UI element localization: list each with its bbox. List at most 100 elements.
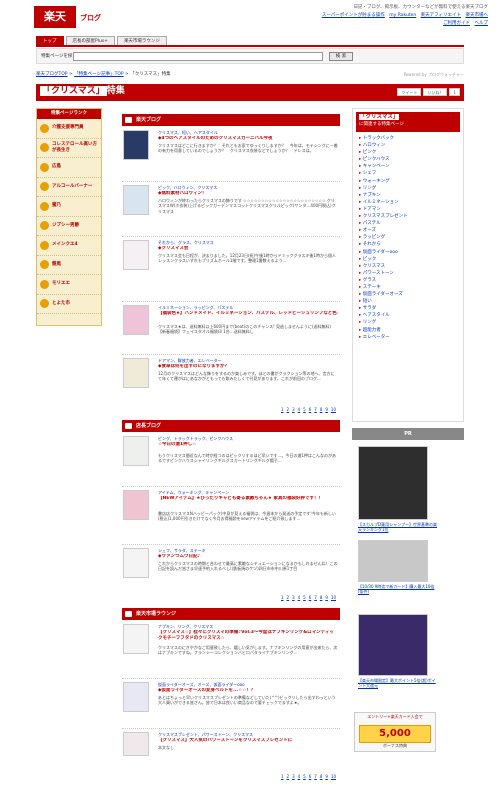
entry-title[interactable]: ◆4つのヘアスタイルのためのクリスマスカーニバル今夜: [158, 136, 338, 142]
page-link[interactable]: 2: [287, 774, 290, 779]
entry-thumbnail[interactable]: [123, 240, 149, 270]
top-link-points[interactable]: スーパーポイントが貯まる操作: [322, 13, 385, 18]
entry-tags[interactable]: ピング、トラックトラック、ピンクハウス: [158, 436, 233, 441]
related-item[interactable]: リング: [359, 185, 463, 192]
rakuten-logo[interactable]: 楽天: [34, 6, 76, 28]
entry-thumbnail[interactable]: [123, 305, 149, 335]
related-item[interactable]: サラダ: [359, 305, 463, 312]
page-link[interactable]: 4: [298, 774, 301, 779]
entry-thumbnail[interactable]: [123, 130, 149, 160]
related-item[interactable]: 仮面ライダーオーズ: [359, 291, 463, 298]
page-link[interactable]: 5: [303, 407, 306, 412]
sidebar-item[interactable]: アルコールバーナー: [37, 178, 101, 197]
page-link[interactable]: 10: [331, 595, 336, 600]
related-item[interactable]: ステーキ: [359, 284, 463, 291]
guide-link[interactable]: ご利用ガイド: [443, 21, 470, 26]
related-item[interactable]: ナプキン: [359, 192, 463, 199]
page-link[interactable]: 9: [325, 595, 328, 600]
related-item[interactable]: 超能力者: [359, 327, 463, 334]
entry-title[interactable]: 【NEWアイテム】★ぴったりキャビも寄る素敵ちゃん★ 家具の福袋好評です！！: [158, 496, 338, 502]
top-link-ichiba[interactable]: 楽天市場へ: [466, 13, 489, 18]
page-link[interactable]: 4: [298, 595, 301, 600]
entry-tags[interactable]: ドアマン、解放力者、エレベーター: [158, 358, 222, 363]
entry-tags[interactable]: それから、グラス、クリスマス: [158, 240, 214, 245]
sidebar-item[interactable]: モリエエ: [37, 275, 101, 295]
entry-tags[interactable]: ピック、ハロウィン、クリスマス: [158, 185, 217, 190]
entry-thumbnail[interactable]: [123, 624, 149, 654]
entry-title[interactable]: ☆今日の激1押し☆: [158, 442, 338, 448]
entry-thumbnail[interactable]: [123, 732, 149, 756]
ad-image-card[interactable]: [358, 540, 428, 582]
related-item[interactable]: グラス: [359, 277, 463, 284]
tweet-button[interactable]: ツイート: [397, 88, 422, 96]
page-link[interactable]: 6: [309, 595, 312, 600]
entry-title[interactable]: 【クリスマス☆】桂々にクリスマの準備♪Vol.3～今度はナプキンリング&ロマンテ…: [158, 630, 338, 641]
page-link[interactable]: 8: [320, 774, 323, 779]
sidebar-item[interactable]: ジプシー男爵: [37, 217, 101, 236]
search-input[interactable]: [73, 52, 323, 61]
breadcrumb-link-blogtop[interactable]: 楽天ブログTOP: [36, 72, 68, 77]
sidebar-item[interactable]: 介護支援専門員: [37, 119, 101, 139]
related-item[interactable]: ピック: [359, 256, 463, 263]
entry-title[interactable]: ◆ヴァンつムウ日記♪: [158, 554, 338, 560]
related-item[interactable]: ウォーキング: [359, 178, 463, 185]
entry-title[interactable]: ◆仮面ライダーオーズの変身ベルトを...☆☆！？: [158, 688, 338, 694]
entry-thumbnail[interactable]: [123, 358, 149, 388]
help-link[interactable]: ヘルプ: [475, 21, 489, 26]
page-link[interactable]: 4: [298, 407, 301, 412]
ad-caption[interactable]: 【楽天市場限定】最大ポイント5倍(超)ポイント大還元: [358, 678, 438, 688]
page-link[interactable]: 2: [287, 407, 290, 412]
like-button[interactable]: いいね！: [423, 88, 448, 96]
related-item[interactable]: 短い: [359, 298, 463, 305]
page-link[interactable]: 8: [320, 595, 323, 600]
entry-tags[interactable]: アイテム、ウォーキング、キャンペーン: [158, 490, 229, 495]
blog-logo-text[interactable]: ブログ: [80, 14, 101, 23]
sidebar-item[interactable]: コレステロール高い方が長生き: [37, 139, 101, 158]
page-link[interactable]: 3: [292, 595, 295, 600]
page-link[interactable]: 10: [331, 774, 336, 779]
related-item[interactable]: それから: [359, 241, 463, 248]
page-link[interactable]: 10: [331, 407, 336, 412]
related-item[interactable]: ピンク: [359, 149, 463, 156]
related-item[interactable]: ハロウィン: [359, 142, 463, 149]
related-item[interactable]: パワーストーン: [359, 270, 463, 277]
entry-tags[interactable]: ナプキン、リング、クリスマス: [158, 624, 213, 629]
page-link[interactable]: 7: [314, 774, 317, 779]
entry-title[interactable]: ◆クリスマス会: [158, 246, 338, 252]
entry-thumbnail[interactable]: [123, 548, 149, 578]
related-item[interactable]: シェフ: [359, 170, 463, 177]
related-item[interactable]: クリスマス: [359, 263, 463, 270]
page-link[interactable]: 5: [303, 774, 306, 779]
sidebar-item[interactable]: 競馬: [37, 256, 101, 275]
page-link[interactable]: 9: [325, 407, 328, 412]
page-link[interactable]: 5: [303, 595, 306, 600]
entry-thumbnail[interactable]: [123, 436, 149, 466]
entry-tags[interactable]: クリスマスプレゼント、パワーストーン、クリスマス: [158, 732, 253, 737]
top-link-myrakuten[interactable]: my Rakuten: [389, 13, 416, 18]
page-link[interactable]: 6: [309, 407, 312, 412]
page-link[interactable]: 1: [281, 595, 284, 600]
page-link[interactable]: 9: [325, 774, 328, 779]
related-item[interactable]: クリスマスプレゼント: [359, 213, 463, 220]
page-link[interactable]: 7: [314, 407, 317, 412]
ad-image-scalp[interactable]: [358, 446, 428, 520]
related-item[interactable]: パステル: [359, 220, 463, 227]
page-link[interactable]: 2: [287, 595, 290, 600]
related-item[interactable]: オーズ: [359, 227, 463, 234]
entry-tags[interactable]: イルミネーション、ラッピング、パステル: [158, 305, 233, 310]
ad-caption[interactable]: 【10/30 9時迄で新カード】購入最大10倍(条件): [358, 584, 438, 594]
ad-caption[interactable]: 【スカルプD薬用シャンプー】世界基準の楽天ランキング1位: [358, 522, 438, 532]
search-button[interactable]: 検 索: [329, 52, 353, 61]
related-item[interactable]: ピンクハウス: [359, 156, 463, 163]
entry-title[interactable]: ◆無料素材ハロウィン！: [158, 191, 338, 197]
sidebar-item[interactable]: 蜜乃: [37, 197, 101, 217]
entry-tags[interactable]: クリスマス、短い、ヘアスタイル: [158, 130, 218, 135]
page-link[interactable]: 6: [309, 774, 312, 779]
campaign-banner[interactable]: エントリー+楽天カード入会で 5,000 ボーナス特典: [354, 712, 436, 752]
related-item[interactable]: ドアマン: [359, 206, 463, 213]
entry-title[interactable]: ◆食卓は何を出すのになりますか？: [158, 364, 338, 370]
top-link-affiliate[interactable]: 楽天アフィリエイト: [421, 13, 461, 18]
page-link[interactable]: 8: [320, 407, 323, 412]
page-link[interactable]: 3: [292, 407, 295, 412]
entry-title[interactable]: 【福袋色★】ハンドメイド、イルミネーション、パステル、レッドビーシュリンプなど色…: [158, 311, 338, 317]
